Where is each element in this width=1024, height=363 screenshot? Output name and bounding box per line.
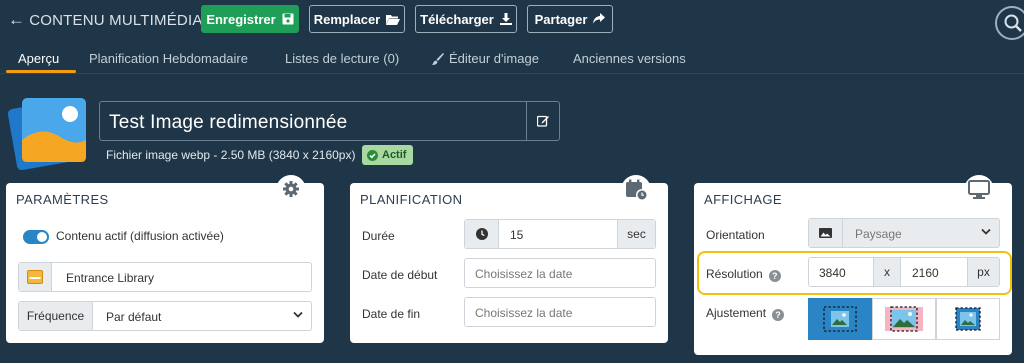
start-date-label: Date de début (362, 268, 438, 282)
clock-icon (475, 228, 488, 240)
back-link[interactable]: ← CONTENU MULTIMÉDIA (8, 10, 203, 30)
duration-label: Durée (362, 229, 395, 243)
fit-contain-icon (823, 306, 857, 332)
tab-apercu[interactable]: Aperçu (18, 51, 59, 66)
planification-panel: PLANIFICATION Durée 15 sec Date de début… (350, 175, 668, 343)
gear-icon[interactable] (276, 175, 306, 205)
status-badge: Actif (362, 145, 414, 165)
active-tab-indicator (6, 70, 76, 73)
monitor-icon[interactable] (964, 175, 994, 205)
end-date-placeholder: Choisissez la date (475, 306, 573, 320)
section-title: CONTENU MULTIMÉDIA (29, 11, 203, 29)
fit-option-cover[interactable] (936, 298, 1000, 340)
orientation-addon (809, 219, 843, 247)
active-toggle-label: Contenu actif (diffusion activée) (56, 229, 224, 243)
chevron-down-icon (293, 311, 303, 318)
duration-field[interactable]: 15 sec (464, 219, 656, 249)
resolution-highlight (697, 251, 1012, 295)
library-value: Entrance Library (66, 271, 155, 285)
start-date-input[interactable]: Choisissez la date (464, 258, 656, 288)
parametres-panel: PARAMÈTRES Contenu actif (diffusion acti… (6, 175, 324, 343)
panel-title: PLANIFICATION (360, 192, 463, 207)
pencil-icon (537, 115, 549, 127)
floppy-icon (282, 13, 294, 25)
fit-stretch-icon (885, 306, 923, 332)
frequency-label: Fréquence (19, 302, 93, 330)
help-icon[interactable]: ? (772, 309, 785, 321)
search-button[interactable] (995, 6, 1024, 40)
share-button[interactable]: Partager (527, 5, 613, 33)
tab-bar: Aperçu Planification Hebdomadaire Listes… (0, 44, 1024, 74)
tab-listes-de-lecture[interactable]: Listes de lecture (0) (285, 51, 399, 66)
save-button[interactable]: Enregistrer (201, 5, 299, 33)
fit-option-contain[interactable] (808, 298, 872, 340)
brush-icon (432, 52, 444, 65)
panel-title: AFFICHAGE (704, 192, 782, 207)
calendar-clock-icon[interactable] (621, 175, 651, 205)
fit-cover-icon (955, 307, 981, 331)
orientation-label: Orientation (706, 228, 765, 242)
fit-option-stretch[interactable] (872, 298, 936, 340)
file-info: Fichier image webp - 2.50 MB (3840 x 216… (106, 148, 356, 162)
library-field[interactable]: Entrance Library (18, 262, 312, 292)
active-toggle[interactable] (23, 230, 49, 244)
library-icon (27, 270, 43, 284)
top-bar: ← CONTENU MULTIMÉDIA Enregistrer Remplac… (0, 0, 1024, 40)
landscape-image-icon (819, 228, 832, 238)
library-addon (19, 263, 52, 291)
media-name: Test Image redimensionnée (109, 112, 348, 133)
arrow-left-icon: ← (8, 10, 26, 29)
fit-label: Ajustement? (706, 306, 785, 321)
download-button[interactable]: Télécharger (415, 5, 517, 33)
end-date-label: Date de fin (362, 307, 421, 321)
end-date-input[interactable]: Choisissez la date (464, 297, 656, 327)
orientation-value: Paysage (855, 227, 902, 241)
share-icon (593, 13, 606, 24)
tab-anciennes-versions[interactable]: Anciennes versions (573, 51, 686, 66)
folder-open-icon (386, 15, 401, 25)
image-file-icon (8, 98, 86, 171)
start-date-placeholder: Choisissez la date (475, 267, 573, 281)
duration-value: 15 (510, 228, 524, 242)
frequency-select[interactable]: Fréquence Par défaut (18, 301, 312, 331)
clock-addon (465, 220, 499, 248)
chevron-down-icon (981, 228, 991, 235)
replace-button[interactable]: Remplacer (309, 5, 405, 33)
download-icon (499, 13, 512, 25)
orientation-select[interactable]: Paysage (808, 218, 1000, 248)
search-icon (1004, 14, 1022, 32)
check-circle-icon (367, 149, 378, 161)
frequency-value: Par défaut (106, 310, 162, 324)
edit-name-button[interactable] (526, 102, 559, 140)
panel-title: PARAMÈTRES (16, 192, 109, 207)
media-name-field[interactable]: Test Image redimensionnée (99, 101, 560, 141)
tab-editeur-image[interactable]: Éditeur d'image (432, 51, 539, 66)
tab-planification-hebdomadaire[interactable]: Planification Hebdomadaire (89, 51, 248, 66)
duration-unit: sec (617, 220, 655, 248)
